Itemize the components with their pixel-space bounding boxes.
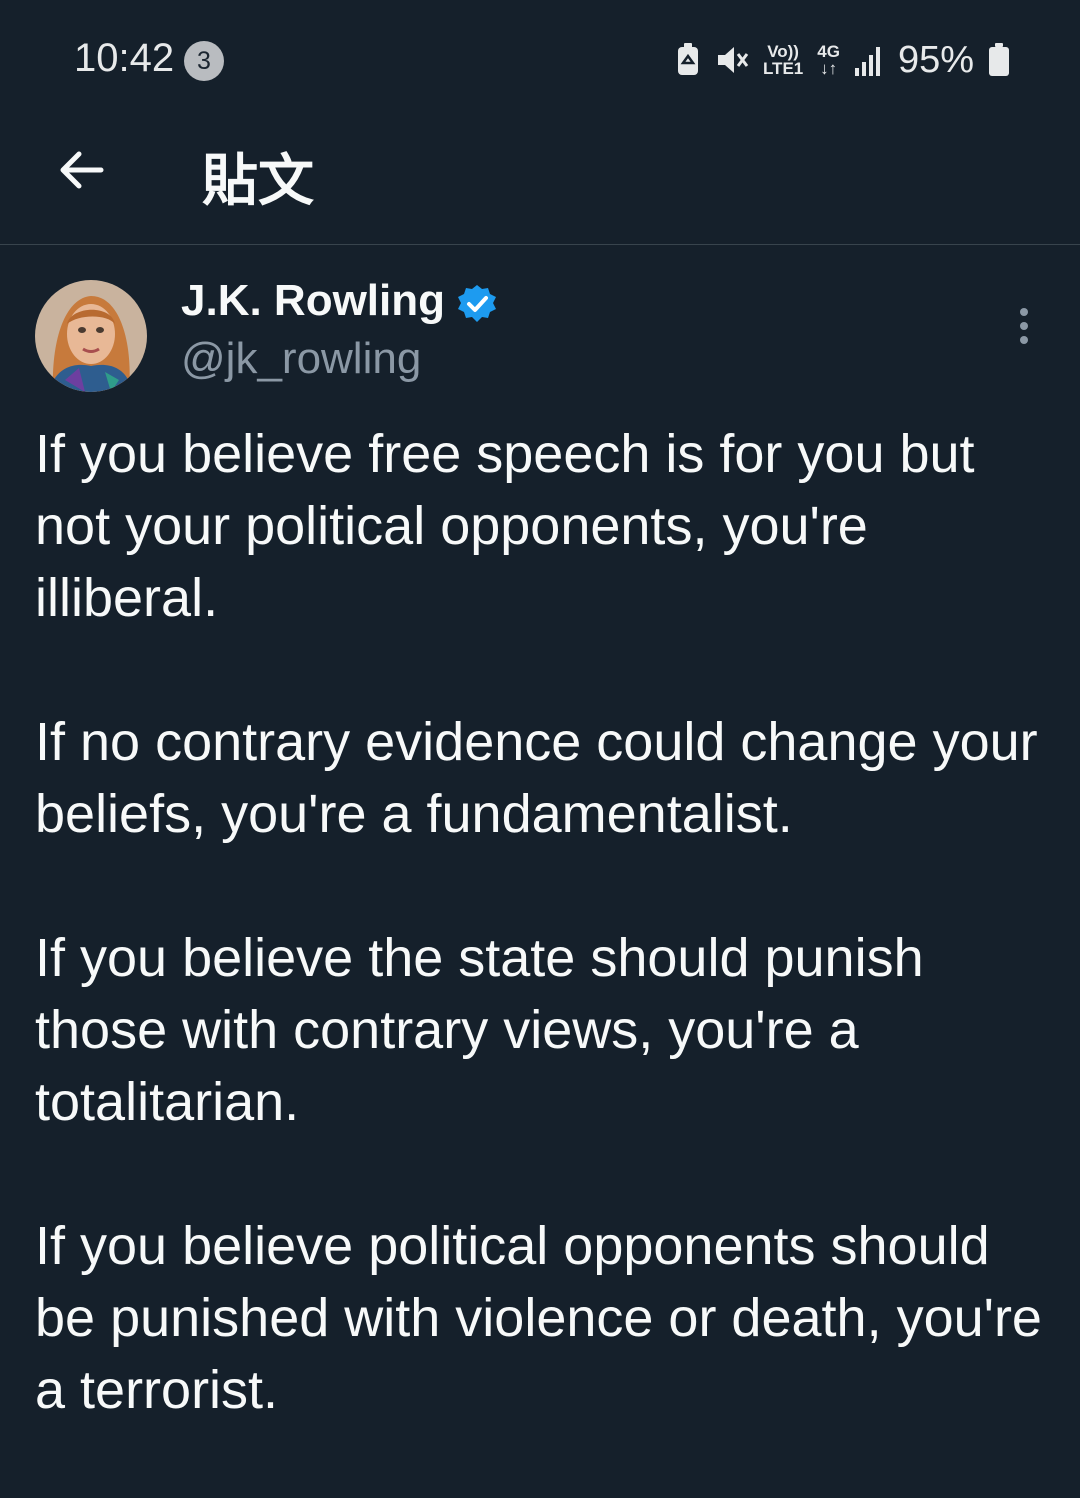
avatar[interactable] [35, 280, 147, 392]
verified-badge-icon [458, 285, 496, 322]
tweet-paragraph: If you believe political opponents shoul… [35, 1216, 1042, 1420]
back-arrow-icon [60, 151, 104, 189]
page-title: 貼文 [202, 149, 314, 214]
volte-label: Vo)) [767, 42, 799, 61]
avatar-image [35, 280, 147, 392]
network-label: 4G [817, 42, 840, 61]
toolbar: 貼文 [0, 120, 1080, 245]
author-handle[interactable]: @jk_rowling [181, 334, 421, 384]
author-name[interactable]: J.K. Rowling [181, 276, 445, 326]
back-button[interactable] [50, 140, 110, 200]
network-indicator: 4G ↓↑ [817, 43, 840, 77]
more-options-button[interactable] [1004, 302, 1044, 350]
notification-count-badge: 3 [184, 41, 224, 81]
status-icons: Vo)) LTE1 4G ↓↑ 95% [675, 38, 1010, 82]
more-dot-icon [1020, 308, 1028, 316]
data-arrows-icon: ↓↑ [820, 59, 838, 78]
more-dot-icon [1020, 336, 1028, 344]
lte-label: LTE1 [762, 59, 804, 78]
more-dot-icon [1020, 322, 1028, 330]
tweet-paragraph: If you believe the state should punish t… [35, 928, 924, 1132]
tweet-text: If you believe free speech is for you bu… [35, 418, 1055, 1498]
battery-percent: 95% [897, 38, 974, 81]
battery-icon [989, 43, 1009, 76]
tweet-paragraph: If no contrary evidence could change you… [35, 712, 1038, 844]
signal-icon [854, 47, 880, 76]
status-time: 10:42 [74, 36, 175, 80]
volte-indicator: Vo)) LTE1 [763, 43, 803, 77]
mute-icon [717, 47, 749, 73]
tweet-paragraph: If you believe free speech is for you bu… [35, 424, 975, 628]
battery-saver-icon [677, 43, 698, 75]
status-bar: 10:42 3 Vo)) LTE1 4G ↓↑ 95% [0, 0, 1080, 120]
